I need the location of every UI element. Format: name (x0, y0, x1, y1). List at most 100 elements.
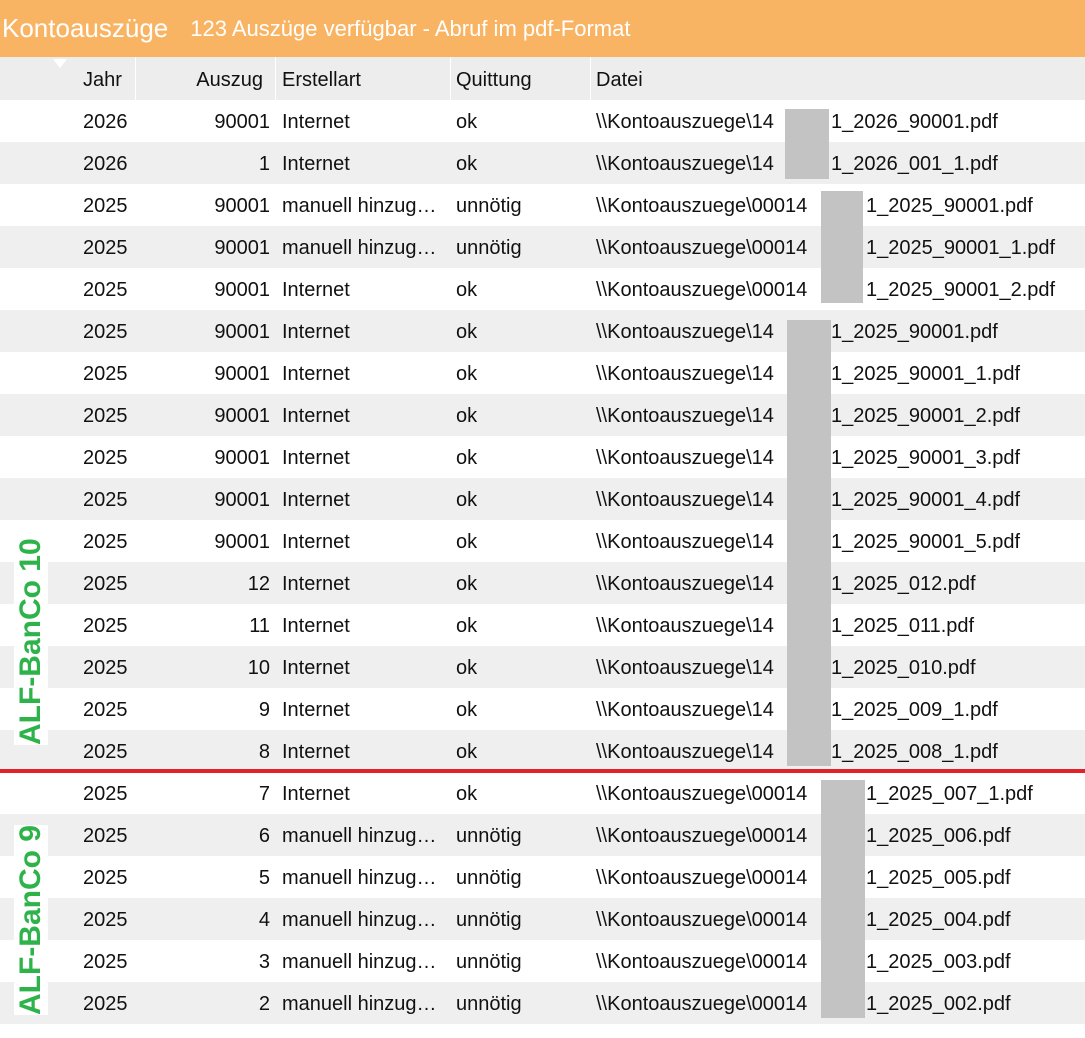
cell-auszug: 90001 (214, 363, 270, 385)
column-header-datei[interactable]: Datei (591, 57, 1085, 100)
cell-auszug: 2 (258, 993, 270, 1015)
cell-datei: \\Kontoauszuege\14 1_2025_90001_3.pdf (596, 436, 1085, 478)
file-name-suffix: 1_2025_90001_4.pdf (831, 489, 1021, 511)
file-path-prefix: \\Kontoauszuege\14 (596, 615, 774, 637)
file-path-prefix: \\Kontoauszuege\14 (596, 489, 774, 511)
cell-auszug: 7 (258, 783, 270, 805)
file-name-suffix: 1_2025_005.pdf (866, 867, 1011, 889)
table-header: Jahr Auszug Erstellart Quittung Datei (0, 57, 1085, 100)
table-row[interactable]: 2026 90001 Internet ok \\Kontoauszuege\14 1_2… (0, 100, 1085, 142)
cell-erstellart: manuell hinzugefügt (282, 951, 446, 973)
cell-quittung: ok (456, 279, 478, 301)
table-row[interactable]: 2025 9 Internet ok \\Kontoauszuege\14 1_2025_… (0, 688, 1085, 730)
cell-auszug: 10 (247, 657, 270, 679)
cell-jahr: 2025 (83, 909, 128, 931)
cell-erstellart: Internet (282, 321, 350, 343)
cell-auszug: 1 (258, 153, 270, 175)
cell-quittung: unnötig (456, 951, 522, 973)
cell-datei: \\Kontoauszuege\14 1_2025_90001_2.pdf (596, 394, 1085, 436)
cell-erstellart: Internet (282, 573, 350, 595)
cell-jahr: 2025 (83, 321, 128, 343)
cell-erstellart: Internet (282, 741, 350, 763)
table-row[interactable]: 2025 90001 Internet ok \\Kontoauszuege\14 1_2… (0, 436, 1085, 478)
file-name-suffix: 1_2025_90001_5.pdf (831, 531, 1021, 553)
cell-jahr: 2025 (83, 195, 128, 217)
file-name-suffix: 1_2025_90001_3.pdf (831, 447, 1021, 469)
file-name-suffix: 1_2025_90001_1.pdf (831, 363, 1021, 385)
table-row[interactable]: 2025 8 Internet ok \\Kontoauszuege\14 1_2025_… (0, 730, 1085, 772)
table-row[interactable]: 2025 3 manuell hinzugefügt unnötig \\Kontoau… (0, 940, 1085, 982)
cell-jahr: 2025 (83, 993, 128, 1015)
file-name-suffix: 1_2026_001_1.pdf (831, 153, 998, 175)
file-name-suffix: 1_2025_90001_1.pdf (866, 237, 1056, 259)
cell-auszug: 90001 (214, 279, 270, 301)
cell-jahr: 2025 (83, 279, 128, 301)
cell-erstellart: Internet (282, 615, 350, 637)
table-row[interactable]: 2025 6 manuell hinzugefügt unnötig \\Kontoau… (0, 814, 1085, 856)
cell-auszug: 4 (258, 909, 270, 931)
title-bar: Kontoauszüge 123 Auszüge verfügbar - Abr… (0, 0, 1085, 57)
file-name-suffix: 1_2025_008_1.pdf (831, 741, 998, 763)
cell-jahr: 2025 (83, 867, 128, 889)
cell-quittung: ok (456, 615, 478, 637)
cell-jahr: 2025 (83, 657, 128, 679)
cell-quittung: ok (456, 531, 478, 553)
cell-auszug: 12 (247, 573, 270, 595)
cell-quittung: ok (456, 657, 478, 679)
cell-erstellart: Internet (282, 531, 350, 553)
column-header-erstellart[interactable]: Erstellart (276, 57, 451, 100)
cell-auszug: 90001 (214, 489, 270, 511)
table-row[interactable]: 2025 90001 Internet ok \\Kontoauszuege\14 1_2… (0, 394, 1085, 436)
file-path-prefix: \\Kontoauszuege\14 (596, 699, 774, 721)
cell-erstellart: manuell hinzugefügt (282, 195, 446, 217)
cell-erstellart: manuell hinzugefügt (282, 867, 446, 889)
alf-banco-10-label: ALF-BanCo 10 (14, 538, 48, 745)
cell-datei: \\Kontoauszuege\14 1_2026_90001.pdf (596, 100, 1085, 142)
cell-quittung: unnötig (456, 195, 522, 217)
table-row[interactable]: 2025 10 Internet ok \\Kontoauszuege\14 1_2025… (0, 646, 1085, 688)
table-row[interactable]: 2025 4 manuell hinzugefügt unnötig \\Kontoau… (0, 898, 1085, 940)
cell-auszug: 90001 (214, 405, 270, 427)
cell-erstellart: Internet (282, 447, 350, 469)
cell-erstellart: Internet (282, 657, 350, 679)
file-path-prefix: \\Kontoauszuege\00014 (596, 783, 808, 805)
table-row[interactable]: 2025 7 Internet ok \\Kontoauszuege\00014 1_20… (0, 772, 1085, 814)
table-row[interactable]: 2025 5 manuell hinzugefügt unnötig \\Kontoau… (0, 856, 1085, 898)
table-row[interactable]: 2025 90001 Internet ok \\Kontoauszuege\14 1_2… (0, 478, 1085, 520)
redaction-block (821, 191, 863, 303)
file-path-prefix: \\Kontoauszuege\00014 (596, 909, 808, 931)
file-path-prefix: \\Kontoauszuege\00014 (596, 237, 808, 259)
window-title: Kontoauszüge (2, 13, 169, 43)
column-header-auszug[interactable]: Auszug (136, 57, 276, 100)
column-header-quittung[interactable]: Quittung (451, 57, 591, 100)
table-row[interactable]: 2026 1 Internet ok \\Kontoauszuege\14 1_2026_… (0, 142, 1085, 184)
table-row[interactable]: 2025 90001 Internet ok \\Kontoauszuege\14 1_2… (0, 310, 1085, 352)
file-path-prefix: \\Kontoauszuege\00014 (596, 279, 808, 301)
table-row[interactable]: 2025 90001 Internet ok \\Kontoauszuege\00014… (0, 268, 1085, 310)
file-path-prefix: \\Kontoauszuege\00014 (596, 993, 808, 1015)
file-name-suffix: 1_2025_003.pdf (866, 951, 1011, 973)
table-row[interactable]: 2025 90001 Internet ok \\Kontoauszuege\14 1_2… (0, 352, 1085, 394)
cell-quittung: ok (456, 699, 478, 721)
table-row[interactable]: 2025 11 Internet ok \\Kontoauszuege\14 1_2025… (0, 604, 1085, 646)
table-row[interactable]: 2025 12 Internet ok \\Kontoauszuege\14 1_2025… (0, 562, 1085, 604)
cell-jahr: 2026 (83, 153, 128, 175)
table-row[interactable]: 2025 90001 manuell hinzugefügt unnötig \\Kon… (0, 184, 1085, 226)
cell-quittung: ok (456, 405, 478, 427)
cell-datei: \\Kontoauszuege\14 1_2025_010.pdf (596, 646, 1085, 688)
cell-quittung: unnötig (456, 867, 522, 889)
cell-erstellart: Internet (282, 489, 350, 511)
cell-jahr: 2025 (83, 573, 128, 595)
table-row[interactable]: 2025 2 manuell hinzugefügt unnötig \\Kontoau… (0, 982, 1085, 1024)
cell-quittung: ok (456, 447, 478, 469)
table-row[interactable]: 2025 90001 Internet ok \\Kontoauszuege\14 1_2… (0, 520, 1085, 562)
file-name-suffix: 1_2025_006.pdf (866, 825, 1011, 847)
cell-datei: \\Kontoauszuege\14 1_2025_011.pdf (596, 604, 1085, 646)
table-row[interactable]: 2025 90001 manuell hinzugefügt unnötig \\Kon… (0, 226, 1085, 268)
file-name-suffix: 1_2025_90001.pdf (866, 195, 1033, 217)
cell-jahr: 2025 (83, 489, 128, 511)
cell-quittung: ok (456, 573, 478, 595)
cell-jahr: 2026 (83, 111, 128, 133)
cell-auszug: 90001 (214, 447, 270, 469)
column-header-jahr[interactable]: Jahr (0, 57, 136, 100)
